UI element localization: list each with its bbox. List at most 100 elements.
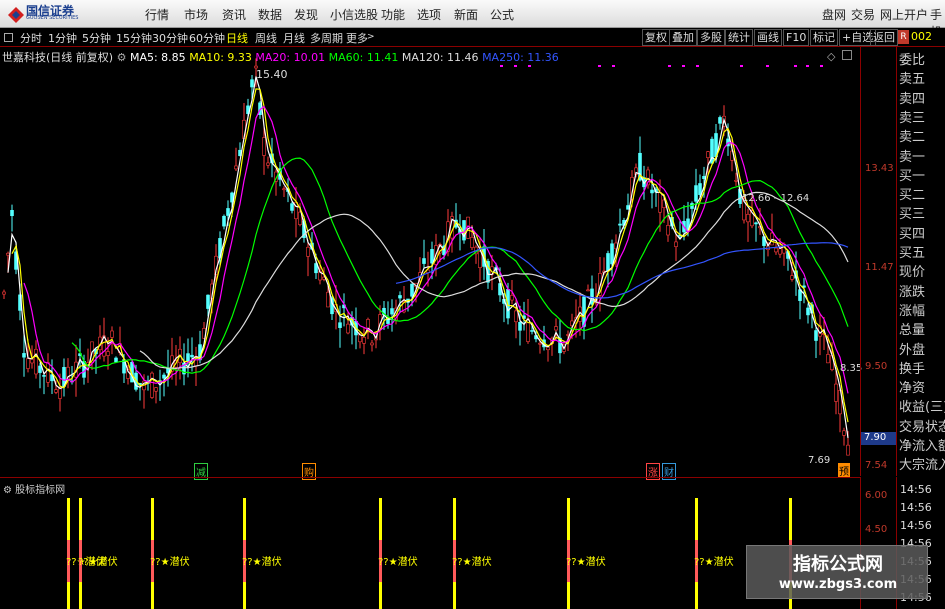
menu-quotes[interactable]: 行情 bbox=[145, 6, 169, 23]
indicator-canvas: ??★潜伏??★潜伏 ??★潜伏 ??★潜伏 ??★潜伏 ??★潜伏 ??★潜伏 ??★潜伏 bbox=[66, 498, 792, 609]
marker-dot bbox=[514, 65, 517, 67]
indicator-panel[interactable]: ⚙ 股标指标网 ??★潜伏 ??★潜伏 ??★潜伏 ??★潜伏 ??★潜伏 ??★潜伏??… bbox=[0, 477, 860, 609]
side-item-9[interactable]: 买四 bbox=[899, 223, 925, 242]
mark-button[interactable]: 标记 bbox=[810, 29, 838, 46]
side-item-0[interactable]: 委比 bbox=[899, 49, 925, 68]
menu-open-account[interactable]: 网上开户 bbox=[880, 6, 928, 23]
period-tab-5min[interactable]: 5分钟 bbox=[82, 30, 111, 46]
candle-body bbox=[150, 372, 154, 398]
side-item-21[interactable]: 大宗流入 bbox=[899, 454, 945, 473]
signal-label: ??★潜伏 bbox=[150, 555, 190, 568]
f10-button[interactable]: F10 bbox=[783, 29, 810, 46]
candle-body bbox=[290, 203, 294, 211]
side-item-15[interactable]: 外盘 bbox=[899, 339, 925, 358]
period-tab-60min[interactable]: 60分钟 bbox=[189, 30, 225, 46]
menu-options[interactable]: 选项 bbox=[417, 6, 441, 23]
side-item-2[interactable]: 卖四 bbox=[899, 88, 925, 107]
candle-body bbox=[790, 275, 794, 280]
logo-subtext: GUOSEN SECURITIES bbox=[26, 15, 79, 21]
event-tag-forecast[interactable]: 预 bbox=[838, 463, 850, 478]
candle-body bbox=[222, 215, 226, 227]
menu-news[interactable]: 资讯 bbox=[222, 6, 246, 23]
candle-body bbox=[430, 249, 434, 264]
side-item-6[interactable]: 买一 bbox=[899, 165, 925, 184]
candle-body bbox=[190, 354, 194, 358]
period-tab-multi[interactable]: 多周期 bbox=[310, 30, 343, 46]
stock-code-fragment: 002 bbox=[911, 30, 932, 43]
menu-data[interactable]: 数据 bbox=[258, 6, 282, 23]
overlay-button[interactable]: 叠加 bbox=[669, 29, 697, 46]
candle-body bbox=[650, 189, 654, 194]
period-tab-more[interactable]: 更多 bbox=[346, 30, 368, 46]
side-item-5[interactable]: 卖一 bbox=[899, 146, 925, 165]
period-tab-timeshare[interactable]: 分时 bbox=[20, 30, 42, 46]
side-item-7[interactable]: 买二 bbox=[899, 184, 925, 203]
menu-market[interactable]: 市场 bbox=[184, 6, 208, 23]
side-item-8[interactable]: 买三 bbox=[899, 203, 925, 222]
draw-line-button[interactable]: 画线 bbox=[754, 29, 782, 46]
candle-body bbox=[362, 336, 366, 344]
marker-dot bbox=[696, 65, 699, 67]
candle-body bbox=[606, 253, 610, 272]
menu-functions[interactable]: 功能 bbox=[381, 6, 405, 23]
candle-body bbox=[206, 294, 210, 309]
candle-body bbox=[518, 321, 522, 331]
side-item-18[interactable]: 收益(三) bbox=[899, 396, 945, 415]
side-item-20[interactable]: 净流入额 bbox=[899, 435, 945, 454]
back-button[interactable]: 返回 bbox=[870, 29, 898, 46]
candle-body bbox=[718, 117, 722, 124]
candles-canvas bbox=[2, 58, 850, 456]
menu-new-page[interactable]: 新面 bbox=[454, 6, 478, 23]
price-tick-950: 9.50 bbox=[865, 361, 888, 372]
side-item-13[interactable]: 涨幅 bbox=[899, 300, 925, 319]
side-item-11[interactable]: 现价 bbox=[899, 261, 925, 280]
candle-body bbox=[510, 295, 514, 301]
marker-dot bbox=[528, 65, 531, 67]
more-arrow-icon[interactable]: > bbox=[367, 32, 375, 42]
menu-discover[interactable]: 发现 bbox=[294, 6, 318, 23]
r-badge: R bbox=[898, 30, 909, 44]
period-tab-weekly[interactable]: 周线 bbox=[255, 30, 277, 46]
candle-body bbox=[10, 210, 14, 217]
candle-body bbox=[814, 330, 818, 341]
candle-body bbox=[266, 162, 270, 166]
side-item-17[interactable]: 净资 bbox=[899, 377, 925, 396]
side-item-3[interactable]: 卖三 bbox=[899, 107, 925, 126]
toolbar-box-icon[interactable] bbox=[4, 33, 13, 42]
candle-body bbox=[658, 192, 662, 213]
watermark-title: 指标公式网 bbox=[793, 554, 883, 575]
side-item-1[interactable]: 卖五 bbox=[899, 68, 925, 87]
candle-body bbox=[586, 289, 590, 292]
candlestick-chart[interactable]: 世嘉科技(日线 前复权) ⚙ MA5: 8.85 MA10: 9.33 MA20… bbox=[0, 47, 862, 480]
menu-right-1[interactable]: 盘网 bbox=[822, 6, 846, 23]
period-tab-1min[interactable]: 1分钟 bbox=[48, 30, 77, 46]
period-tab-15min[interactable]: 15分钟 bbox=[116, 30, 152, 46]
period-tab-30min[interactable]: 30分钟 bbox=[152, 30, 188, 46]
menu-formula[interactable]: 公式 bbox=[490, 6, 514, 23]
side-item-16[interactable]: 换手 bbox=[899, 358, 925, 377]
candle-body bbox=[30, 358, 34, 364]
candle-body bbox=[262, 137, 266, 156]
statistics-button[interactable]: 统计 bbox=[725, 29, 753, 46]
marker-dot bbox=[820, 65, 823, 67]
side-item-12[interactable]: 涨跌 bbox=[899, 281, 925, 300]
menu-stock-picker[interactable]: 小信选股 bbox=[330, 6, 378, 23]
side-item-4[interactable]: 卖二 bbox=[899, 126, 925, 145]
side-item-19[interactable]: 交易状态 bbox=[899, 416, 945, 435]
candle-body bbox=[154, 387, 158, 392]
adjust-button[interactable]: 复权 bbox=[642, 29, 670, 46]
multi-stock-button[interactable]: 多股 bbox=[697, 29, 725, 46]
price-axis: 13.43 11.47 9.50 7.90 7.54 bbox=[860, 47, 897, 476]
marker-dot bbox=[612, 65, 615, 67]
candle-body bbox=[530, 330, 534, 332]
candle-body bbox=[114, 357, 118, 363]
period-tab-daily[interactable]: 日线 bbox=[226, 30, 248, 46]
period-tab-monthly[interactable]: 月线 bbox=[283, 30, 305, 46]
side-item-14[interactable]: 总量 bbox=[899, 319, 925, 338]
signal-label: ??★潜伏 bbox=[694, 555, 734, 568]
side-item-10[interactable]: 买五 bbox=[899, 242, 925, 261]
candle-body bbox=[470, 237, 474, 248]
time-entry-2: 14:56 bbox=[900, 519, 932, 532]
menu-trade[interactable]: 交易 bbox=[851, 6, 875, 23]
quote-side-panel: 委比 卖五 卖四 卖三 卖二 卖一 买一 买二 买三 买四 买五 现价 涨跌 涨幅 总量 外盘 换手 净资 收益(三… bbox=[896, 47, 945, 476]
